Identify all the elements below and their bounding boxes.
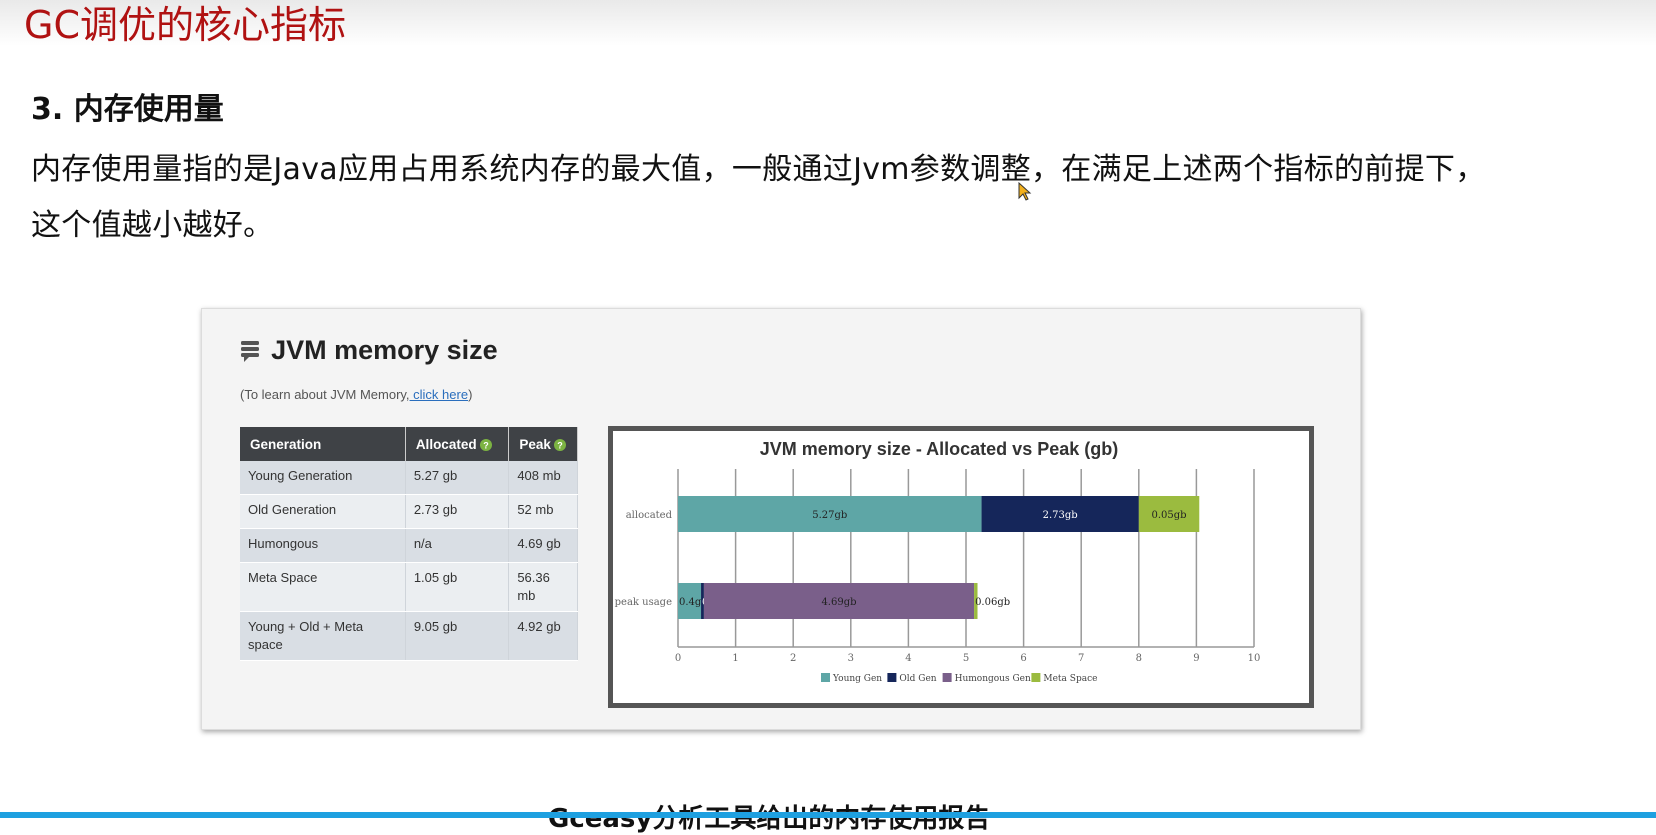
legend-label: Young Gen <box>832 674 882 684</box>
x-tick-label: 0 <box>675 653 681 664</box>
data-label: 5.27gb <box>812 510 847 521</box>
x-tick-label: 1 <box>732 653 738 664</box>
chart-title: JVM memory size - Allocated vs Peak (gb) <box>760 439 1118 459</box>
x-tick-label: 4 <box>905 653 911 664</box>
column-header-peak: Peak? <box>508 427 578 461</box>
data-label: 0.05gb <box>1152 510 1187 521</box>
table-cell: 2.73 gb <box>405 494 510 529</box>
table-cell: Old Generation <box>240 494 406 529</box>
column-header-label: Generation <box>250 436 322 452</box>
learn-suffix: ) <box>468 387 473 402</box>
x-tick-label: 9 <box>1193 653 1199 664</box>
svg-text:?: ? <box>557 440 563 450</box>
legend-label: Old Gen <box>899 674 936 684</box>
x-tick-label: 7 <box>1078 653 1084 664</box>
table-cell: n/a <box>405 528 510 563</box>
svg-text:?: ? <box>483 440 489 450</box>
data-label: 4.69gb <box>821 597 856 608</box>
column-header-label: Allocated <box>415 436 477 452</box>
table-cell: Meta Space <box>240 562 406 612</box>
memory-bar-chart: JVM memory size - Allocated vs Peak (gb)… <box>615 439 1261 684</box>
mouse-pointer-icon <box>1018 182 1032 201</box>
category-label: allocated <box>626 510 673 521</box>
memory-size-table: Generation Allocated? Peak? Young Genera… <box>240 427 578 661</box>
table-row: Young Generation 5.27 gb 408 mb <box>240 461 578 495</box>
table-cell: 56.36 mb <box>508 562 578 612</box>
table-row: Young + Old + Meta space 9.05 gb 4.92 gb <box>240 611 578 661</box>
column-header-generation: Generation <box>240 427 406 461</box>
data-label: 2.73gb <box>1043 510 1078 521</box>
table-cell: 52 mb <box>508 494 578 529</box>
legend-swatch <box>821 673 830 682</box>
x-tick-label: 10 <box>1248 653 1261 664</box>
slide-title: GC调优的核心指标 <box>24 3 346 47</box>
x-tick-label: 5 <box>963 653 969 664</box>
table-cell: 4.69 gb <box>508 528 578 563</box>
column-header-allocated: Allocated? <box>405 427 510 461</box>
table-cell: Young Generation <box>240 461 406 495</box>
table-cell: Young + Old + Meta space <box>240 611 406 661</box>
legend-swatch <box>887 673 897 682</box>
x-tick-label: 6 <box>1020 653 1026 664</box>
database-icon <box>241 340 259 362</box>
report-header: JVM memory size <box>240 335 498 366</box>
click-here-link[interactable]: click here <box>410 387 468 402</box>
learn-more-text: (To learn about JVM Memory, click here) <box>240 387 472 402</box>
slide-header-bar: GC调优的核心指标 <box>0 0 1656 47</box>
section-heading: 3. 内存使用量 <box>31 92 224 127</box>
legend-label: Meta Space <box>1043 674 1097 684</box>
help-icon[interactable]: ? <box>479 438 492 451</box>
table-cell: 9.05 gb <box>405 611 510 661</box>
x-tick-label: 8 <box>1136 653 1142 664</box>
data-label: 0.4g <box>679 597 702 608</box>
category-label: peak usage <box>615 597 672 608</box>
bottom-accent-line <box>0 812 1656 818</box>
legend-label: Humongous Gen <box>955 674 1031 684</box>
table-row: Old Generation 2.73 gb 52 mb <box>240 494 578 529</box>
legend-swatch <box>942 673 952 682</box>
help-icon[interactable]: ? <box>553 438 566 451</box>
legend-swatch <box>1031 673 1041 682</box>
description-line-1: 内存使用量指的是Java应用占用系统内存的最大值，一般通过Jvm参数调整，在满足… <box>31 152 1486 187</box>
table-row: Meta Space 1.05 gb 56.36 mb <box>240 562 578 612</box>
jvm-memory-report-screenshot: JVM memory size (To learn about JVM Memo… <box>201 308 1361 730</box>
column-header-label: Peak <box>519 436 551 452</box>
table-cell: 5.27 gb <box>405 461 510 495</box>
x-tick-label: 2 <box>790 653 796 664</box>
table-cell: 408 mb <box>508 461 578 495</box>
memory-chart-frame: JVM memory size - Allocated vs Peak (gb)… <box>608 426 1314 708</box>
report-title: JVM memory size <box>271 335 498 365</box>
table-cell: 4.92 gb <box>508 611 578 661</box>
table-header-row: Generation Allocated? Peak? <box>240 427 578 461</box>
table-cell: 1.05 gb <box>405 562 510 612</box>
data-label: 0.06gb <box>975 597 1010 608</box>
table-cell: Humongous <box>240 528 406 563</box>
table-row: Humongous n/a 4.69 gb <box>240 528 578 563</box>
description-line-2: 这个值越小越好。 <box>31 208 274 243</box>
x-tick-label: 3 <box>848 653 854 664</box>
learn-prefix: (To learn about JVM Memory, <box>240 387 410 402</box>
